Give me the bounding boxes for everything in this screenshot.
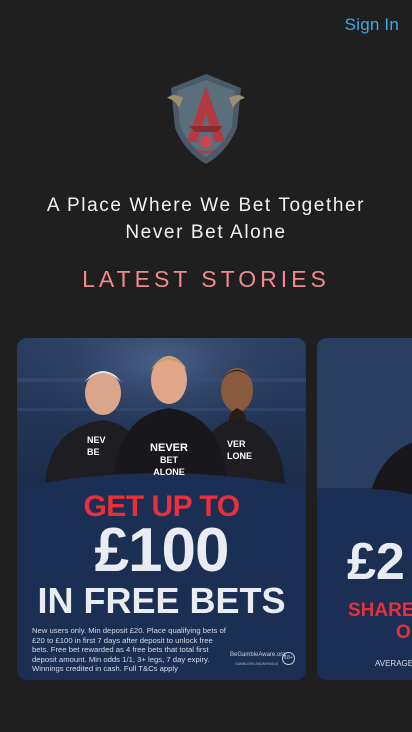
shirt-right-line-1: VER [227,439,246,449]
tagline-line-1: A Place Where We Bet Together [46,195,366,216]
section-title-latest-stories: LATEST STORIES [82,266,330,292]
stories-carousel[interactable]: NEVER BET ALONE NEV BE VER LONE GET UP T… [17,338,412,680]
story-card-2[interactable]: £2 SHARE O AVERAGE C [317,338,412,680]
story-card-2-headline-red: SHARE O [348,600,412,644]
begambleaware-subtext: GAMBLERS ANONYMOUS [235,662,279,666]
sign-in-link[interactable]: Sign In [345,15,399,35]
story-card-1[interactable]: NEVER BET ALONE NEV BE VER LONE GET UP T… [17,338,306,680]
story-card-2-red-line-2: O [396,622,411,643]
story-card-2-headline-amount: £2 [347,533,405,591]
story-card-1-shirt-left: NEV BE [87,434,106,458]
begambleaware-logo: BeGambleAware.org [230,652,286,658]
shirt-middle-line-2: BET ALONE [153,455,185,477]
story-card-2-red-line-1: SHARE [348,600,412,621]
age-18-badge: 18+ [282,652,295,665]
story-card-1-shirt-right: VER LONE [227,438,252,462]
story-card-1-headline-amount: £100 [94,516,230,585]
story-card-1-headline-bottom: IN FREE BETS [37,580,286,621]
story-card-1-shirt-middle: NEVER BET ALONE [147,442,191,478]
tagline-line-2: Never Bet Alone [125,222,287,243]
tagline: A Place Where We Bet Together Never Bet … [0,192,412,246]
shirt-left-line-1: NEV [87,435,106,445]
shirt-right-line-2: LONE [227,451,253,461]
story-card-2-small-text: AVERAGE C [375,659,412,668]
shield-logo-icon [167,74,245,164]
shirt-left-line-2: BE [87,447,100,457]
shirt-middle-line-1: NEVER [150,442,188,454]
story-card-1-terms: New users only. Min deposit £20. Place q… [32,626,226,674]
